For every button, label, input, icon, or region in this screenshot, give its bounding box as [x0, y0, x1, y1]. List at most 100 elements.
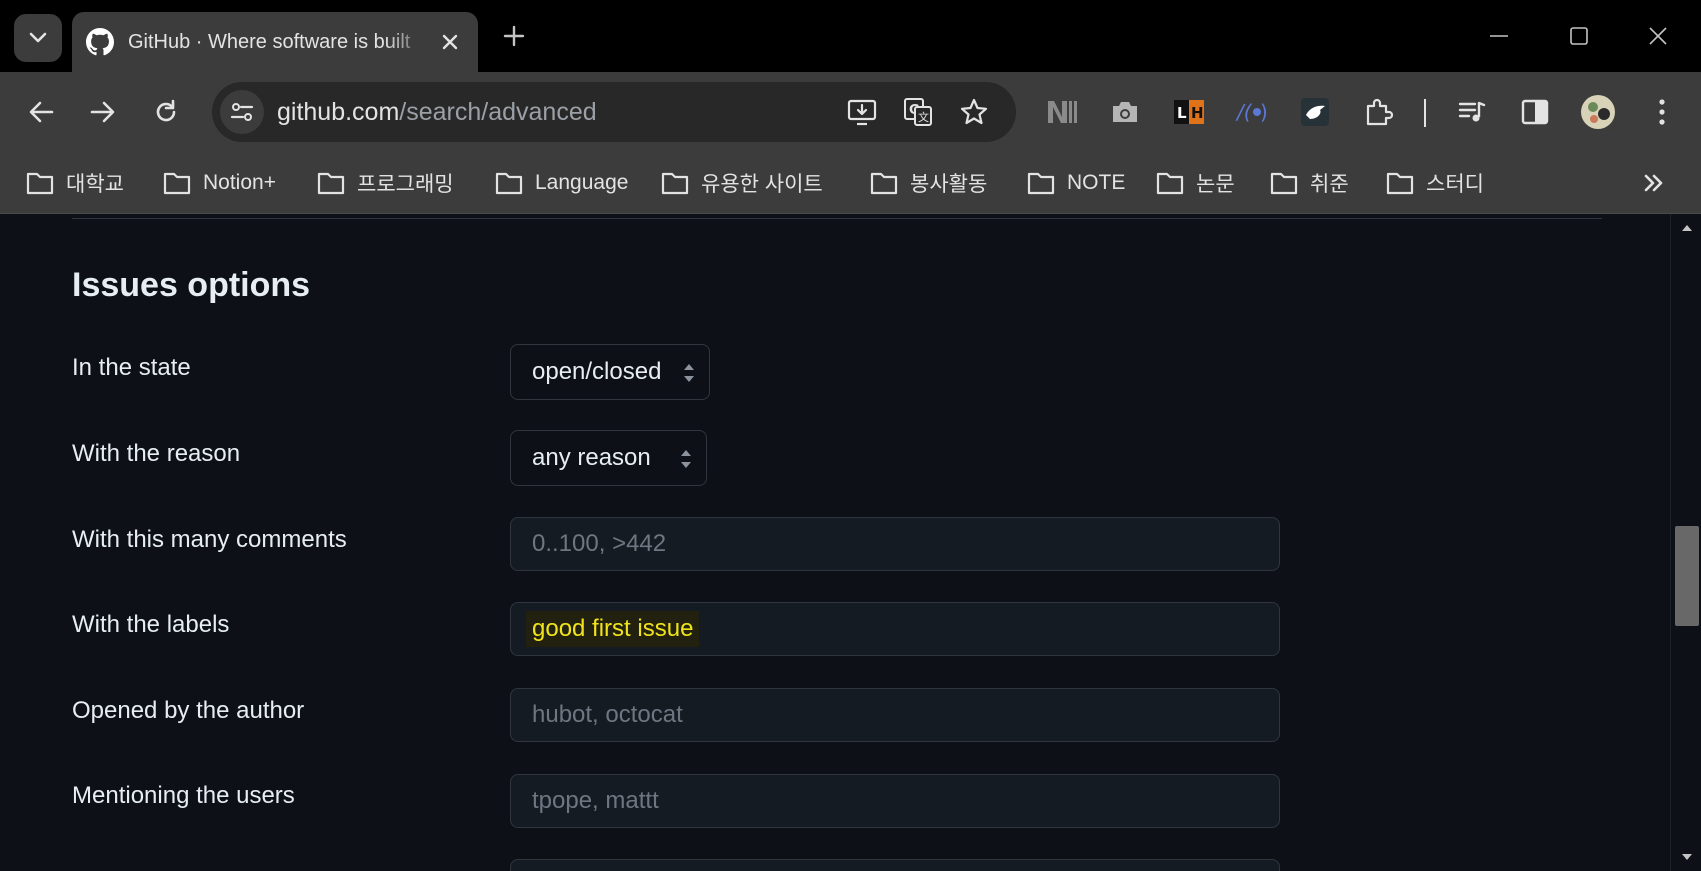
new-tab-button[interactable] [498, 20, 530, 52]
svg-text:文: 文 [918, 110, 929, 124]
more-bookmarks-button[interactable] [1637, 166, 1671, 200]
bookmark-label: 프로그래밍 [357, 173, 454, 196]
toolbar-divider [1424, 99, 1426, 127]
select-caret-icon [684, 364, 694, 382]
github-icon [86, 28, 114, 56]
mention-input[interactable]: tpope, mattt [510, 774, 1280, 828]
double-chevron-right-icon [1644, 174, 1663, 192]
media-playlist-icon[interactable] [1450, 90, 1494, 134]
translate-icon[interactable]: G文 [898, 92, 938, 132]
folder-icon [26, 172, 54, 195]
plus-icon [503, 25, 525, 47]
svg-text:H: H [1191, 104, 1204, 122]
bookmark-folder[interactable]: 논문 [1156, 164, 1235, 202]
reason-label: With the reason [72, 440, 241, 467]
tab-title: GitHub · Where software is built [128, 30, 411, 53]
extensions-puzzle-icon[interactable] [1356, 90, 1400, 134]
labels-input[interactable]: good first issue [510, 602, 1280, 656]
close-icon [1649, 27, 1667, 45]
bookmark-label: Language [535, 171, 629, 194]
arrow-left-icon [29, 101, 54, 123]
bookmark-label: 취준 [1310, 173, 1349, 196]
scroll-down-arrow-icon[interactable] [1679, 851, 1695, 863]
bookmark-star-icon[interactable] [954, 92, 994, 132]
maximize-icon [1570, 27, 1588, 45]
close-window-button[interactable] [1634, 14, 1682, 58]
bookmark-folder[interactable]: 봉사활동 [870, 164, 987, 202]
bookmark-label: 봉사활동 [910, 173, 988, 196]
reason-select-value: any reason [532, 444, 651, 471]
bookmark-folder[interactable]: 대학교 [26, 164, 124, 202]
folder-icon [317, 172, 345, 195]
tab-search-button[interactable] [14, 14, 62, 62]
lh-icon[interactable]: LH [1167, 90, 1211, 134]
url-text: github.com/search/advanced [277, 98, 597, 127]
bookmark-label: 대학교 [66, 173, 124, 196]
author-placeholder: hubot, octocat [532, 701, 683, 728]
site-info-button[interactable] [220, 90, 264, 134]
reload-button[interactable] [144, 90, 188, 134]
next-input-partial[interactable] [510, 859, 1280, 871]
reason-select[interactable]: any reason [510, 430, 707, 486]
page-content: Issues options In the state open/closed … [0, 214, 1670, 871]
bird-icon[interactable] [1293, 90, 1337, 134]
bookmark-label: NOTE [1067, 171, 1126, 194]
select-caret-icon [681, 450, 691, 468]
bookmark-folder[interactable]: Notion+ [163, 164, 276, 202]
comments-label: With this many comments [72, 526, 347, 553]
browser-menu-icon[interactable] [1640, 90, 1684, 134]
bookmark-folder[interactable]: 프로그래밍 [317, 164, 454, 202]
wappalyzer-icon[interactable]: /() [1230, 90, 1274, 134]
svg-text:/(: /( [1235, 100, 1253, 124]
page-scrollbar[interactable] [1670, 214, 1701, 871]
folder-icon [1270, 172, 1298, 195]
folder-icon [1156, 172, 1184, 195]
bookmarks-bar: 대학교 Notion+ 프로그래밍 Language 유용한 사이트 봉사활동 … [0, 152, 1701, 214]
browser-tab-active[interactable]: GitHub · Where software is built [72, 12, 478, 72]
folder-icon [495, 172, 523, 195]
address-bar[interactable]: github.com/search/advanced G文 [212, 82, 1016, 142]
folder-icon [1386, 172, 1414, 195]
state-label: In the state [72, 354, 191, 381]
folder-icon [661, 172, 689, 195]
bookmark-folder[interactable]: 유용한 사이트 [661, 164, 823, 202]
bookmark-folder[interactable]: NOTE [1027, 164, 1125, 202]
browser-titlebar: GitHub · Where software is built [0, 0, 1701, 72]
bookmark-folder[interactable]: 취준 [1270, 164, 1349, 202]
chevron-down-icon [29, 32, 47, 43]
section-title: Issues options [72, 266, 311, 304]
minimize-button[interactable] [1475, 14, 1523, 58]
svg-text:): ) [1260, 100, 1268, 124]
camera-icon[interactable] [1103, 90, 1147, 134]
bookmark-label: 논문 [1196, 173, 1235, 196]
arrow-right-icon [90, 101, 115, 123]
maximize-button[interactable] [1555, 14, 1603, 58]
forward-button[interactable] [81, 90, 125, 134]
comments-input[interactable]: 0..100, >442 [510, 517, 1280, 571]
scroll-up-arrow-icon[interactable] [1679, 222, 1695, 234]
section-divider [72, 218, 1602, 219]
mention-label: Mentioning the users [72, 782, 295, 809]
bookmark-folder[interactable]: 스터디 [1386, 164, 1484, 202]
folder-icon [163, 172, 191, 195]
author-input[interactable]: hubot, octocat [510, 688, 1280, 742]
state-select[interactable]: open/closed [510, 344, 710, 400]
author-label: Opened by the author [72, 697, 305, 724]
tune-icon [230, 103, 254, 121]
svg-text:L: L [1177, 104, 1187, 122]
bookmark-label: 유용한 사이트 [701, 173, 823, 196]
bookmark-label: 스터디 [1426, 173, 1484, 196]
notion-web-clipper-icon[interactable] [1040, 90, 1084, 134]
side-panel-icon[interactable] [1513, 90, 1557, 134]
minimize-icon [1490, 35, 1508, 37]
install-app-icon[interactable] [842, 92, 882, 132]
url-path: /search/advanced [399, 98, 597, 126]
back-button[interactable] [19, 90, 63, 134]
close-tab-icon[interactable] [436, 28, 464, 56]
bookmark-folder[interactable]: Language [495, 164, 628, 202]
profile-avatar[interactable] [1576, 90, 1620, 134]
scrollbar-thumb[interactable] [1675, 526, 1699, 626]
mention-placeholder: tpope, mattt [532, 787, 659, 814]
state-select-value: open/closed [532, 358, 662, 385]
folder-icon [870, 172, 898, 195]
